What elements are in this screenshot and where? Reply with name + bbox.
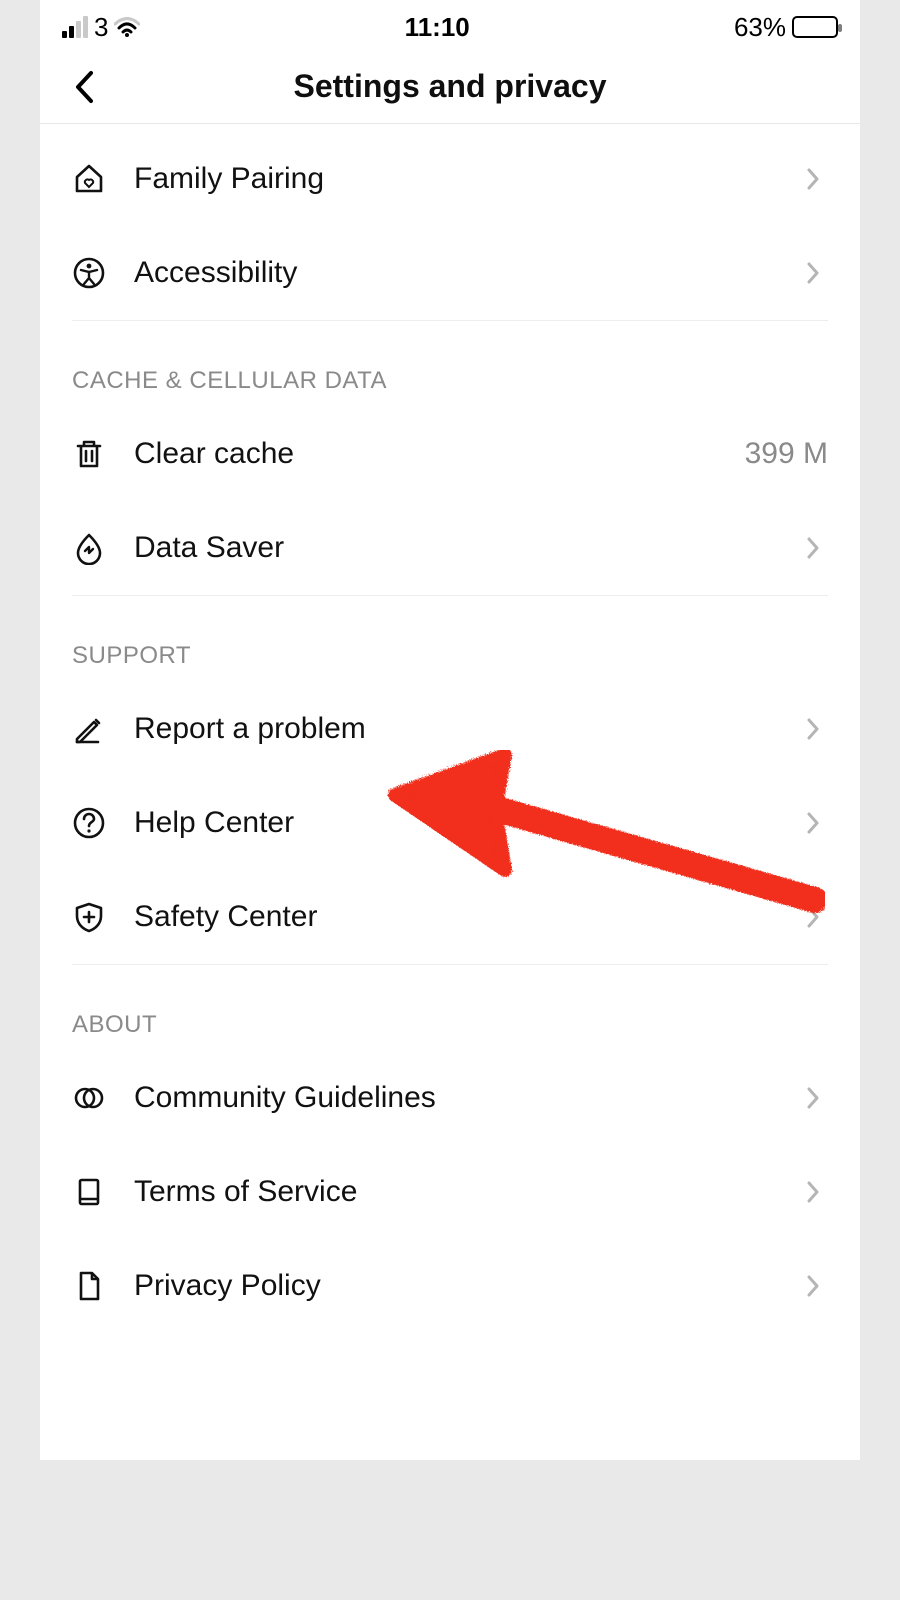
community-guidelines-label: Community Guidelines <box>134 1081 778 1115</box>
book-icon <box>72 1175 106 1209</box>
carrier-label: 3 <box>94 12 108 43</box>
status-right: 63% <box>734 12 838 43</box>
back-button[interactable] <box>64 67 104 107</box>
help-center-row[interactable]: Help Center <box>40 776 860 870</box>
pencil-icon <box>72 712 106 746</box>
chevron-right-icon <box>806 1181 828 1203</box>
accessibility-row[interactable]: Accessibility <box>40 226 860 320</box>
chevron-left-icon <box>73 70 95 104</box>
data-saver-label: Data Saver <box>134 531 778 565</box>
community-guidelines-row[interactable]: Community Guidelines <box>40 1051 860 1145</box>
page-title: Settings and privacy <box>294 68 607 105</box>
battery-percent-label: 63% <box>734 12 786 43</box>
family-pairing-label: Family Pairing <box>134 162 778 196</box>
privacy-policy-label: Privacy Policy <box>134 1269 778 1303</box>
phone-frame: 3 11:10 63% Settings and privacy <box>40 0 860 1460</box>
accessibility-icon <box>72 256 106 290</box>
wifi-icon <box>114 17 140 37</box>
section-header-about: ABOUT <box>40 965 860 1051</box>
report-a-problem-label: Report a problem <box>134 712 778 746</box>
chevron-right-icon <box>806 262 828 284</box>
chevron-right-icon <box>806 906 828 928</box>
section-header-cache: CACHE & CELLULAR DATA <box>40 321 860 407</box>
page-header: Settings and privacy <box>40 50 860 124</box>
data-saver-row[interactable]: Data Saver <box>40 501 860 595</box>
section-header-support: SUPPORT <box>40 596 860 682</box>
family-pairing-row[interactable]: Family Pairing <box>40 124 860 226</box>
safety-center-label: Safety Center <box>134 900 778 934</box>
accessibility-label: Accessibility <box>134 256 778 290</box>
overlapping-circles-icon <box>72 1081 106 1115</box>
status-left: 3 <box>62 12 140 43</box>
chevron-right-icon <box>806 812 828 834</box>
settings-list: Family Pairing Accessibility CACHE & CEL… <box>40 124 860 1333</box>
battery-icon <box>792 16 838 38</box>
question-circle-icon <box>72 806 106 840</box>
clear-cache-row[interactable]: Clear cache 399 M <box>40 407 860 501</box>
status-time: 11:10 <box>405 12 470 43</box>
chevron-right-icon <box>806 537 828 559</box>
document-icon <box>72 1269 106 1303</box>
help-center-label: Help Center <box>134 806 778 840</box>
chevron-right-icon <box>806 168 828 190</box>
shield-plus-icon <box>72 900 106 934</box>
report-a-problem-row[interactable]: Report a problem <box>40 682 860 776</box>
chevron-right-icon <box>806 1275 828 1297</box>
clear-cache-value: 399 M <box>745 437 828 471</box>
clear-cache-label: Clear cache <box>134 437 717 471</box>
terms-of-service-label: Terms of Service <box>134 1175 778 1209</box>
chevron-right-icon <box>806 1087 828 1109</box>
privacy-policy-row[interactable]: Privacy Policy <box>40 1239 860 1333</box>
data-saver-icon <box>72 531 106 565</box>
trash-icon <box>72 437 106 471</box>
chevron-right-icon <box>806 718 828 740</box>
terms-of-service-row[interactable]: Terms of Service <box>40 1145 860 1239</box>
house-heart-icon <box>72 162 106 196</box>
safety-center-row[interactable]: Safety Center <box>40 870 860 964</box>
status-bar: 3 11:10 63% <box>40 0 860 50</box>
cellular-signal-icon <box>62 16 88 38</box>
